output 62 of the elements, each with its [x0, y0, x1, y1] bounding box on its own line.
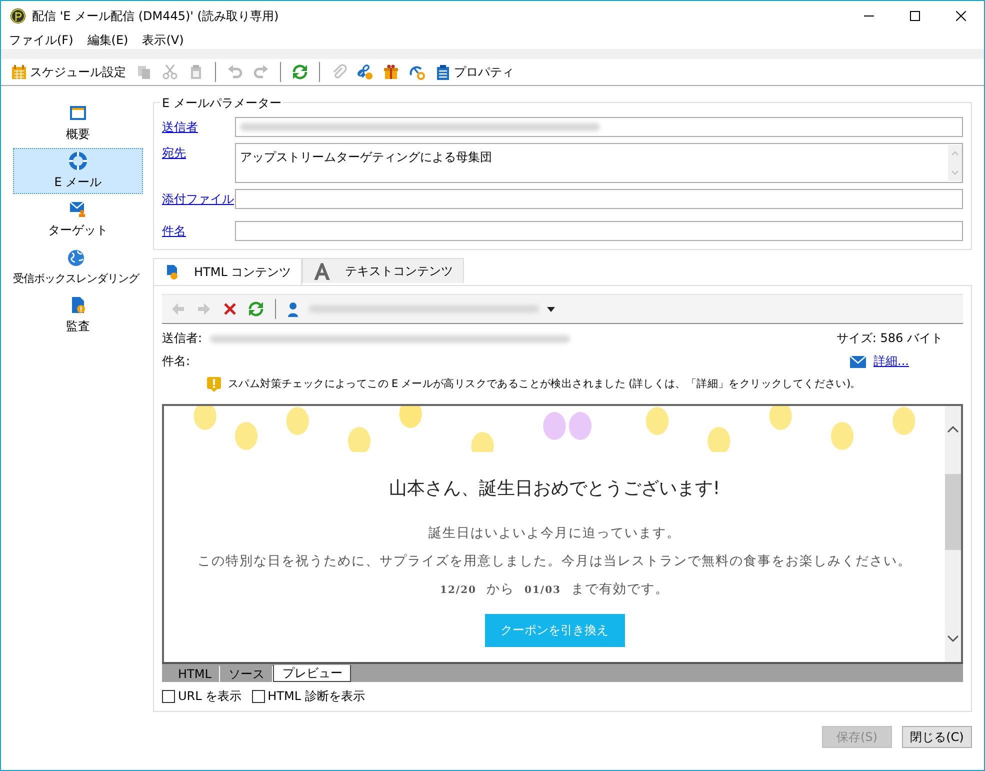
content-tab[interactable]: テキストコンテンツ — [302, 258, 464, 283]
view-tab[interactable]: HTML — [170, 666, 220, 682]
envelope-icon — [850, 356, 866, 368]
validity-text: まで有効です。 — [570, 581, 669, 598]
validity-text: 01/03 — [524, 585, 561, 596]
scrollbar-drawing — [948, 145, 962, 181]
input-field[interactable] — [235, 189, 963, 209]
menu-item[interactable]: 編集(E) — [87, 32, 128, 48]
validity-text: から — [486, 581, 514, 598]
field-link[interactable]: 宛先 — [162, 143, 235, 162]
document-globe-icon — [164, 264, 180, 280]
field-link[interactable]: 送信者 — [162, 117, 235, 136]
recipient-dropdown[interactable] — [285, 301, 555, 317]
globe-icon — [67, 248, 85, 266]
email-heading: 山本さん、誕生日おめでとうございます! — [388, 477, 720, 500]
menu-item[interactable]: ファイル(F) — [9, 32, 74, 48]
content-tab[interactable]: HTML コンテンツ — [153, 258, 302, 285]
field-link[interactable]: 添付ファイル — [162, 189, 235, 208]
text-area[interactable]: アップストリームターゲティングによる母集団 — [235, 143, 963, 183]
refresh-icon[interactable] — [290, 62, 310, 82]
clipboard-icon — [435, 64, 451, 80]
lifebuoy-icon — [69, 152, 87, 170]
link-icon[interactable] — [355, 62, 375, 82]
warning-message: スパム対策チェックによってこの E メールが高リスクであることが検出されました (詳しくは、「詳細」をクリックしてください)。 — [228, 377, 861, 391]
size-text: サイズ: 586 バイト — [836, 330, 943, 347]
checkbox-label: HTML 診断を表示 — [268, 688, 365, 705]
input-field[interactable] — [235, 221, 963, 241]
toolbar-button[interactable]: プロパティ — [433, 62, 516, 82]
app-logo-icon — [10, 8, 26, 24]
subject-label: 件名: — [162, 353, 190, 370]
sidebar-item[interactable]: E メール — [13, 148, 143, 194]
letter-icon — [313, 262, 332, 280]
warning-icon — [206, 376, 222, 392]
checkbox[interactable] — [252, 690, 265, 703]
sender-label: 送信者: — [162, 330, 202, 347]
calendar-icon — [11, 64, 27, 80]
toolbar-button[interactable]: スケジュール設定 — [9, 62, 128, 82]
window-icon — [69, 104, 87, 122]
sidebar-item[interactable]: ターゲット — [13, 196, 143, 242]
document-icon — [69, 296, 87, 314]
person-icon — [285, 301, 301, 317]
caret-icon — [547, 306, 555, 312]
checkbox-label: URL を表示 — [178, 688, 242, 705]
view-tab[interactable]: プレビュー — [273, 665, 352, 682]
email-text: この特別な日を祝うために、サプライズを用意しました。今月は当レストランで無料の食事をお楽しみください。 — [198, 553, 912, 570]
checkbox[interactable] — [162, 690, 175, 703]
sidebar-item[interactable]: 受信ボックスレンダリング — [3, 244, 149, 290]
input-field[interactable] — [235, 117, 963, 137]
menu-item[interactable]: 表示(V) — [142, 32, 184, 48]
validity-text: 12/20 — [440, 585, 476, 596]
group-title: E メールパラメーター — [160, 95, 284, 112]
field-link[interactable]: 件名 — [162, 221, 235, 240]
sidebar-item[interactable]: 概要 — [13, 100, 143, 146]
sidebar-item[interactable]: 監査 — [13, 292, 143, 338]
details-link[interactable]: 詳細... — [874, 353, 909, 370]
dialog-button[interactable]: 閉じる(C) — [902, 726, 972, 748]
field-value: アップストリームターゲティングによる母集団 — [240, 149, 492, 166]
window-title: 配信 'E メール配信 (DM445)' (読み取り専用) — [32, 8, 279, 24]
email-text: 誕生日はいよいよ今月に迫っています。 — [428, 525, 680, 542]
gift-icon[interactable] — [381, 62, 401, 82]
envelope-icon — [69, 200, 87, 218]
refresh-icon[interactable] — [246, 299, 266, 319]
